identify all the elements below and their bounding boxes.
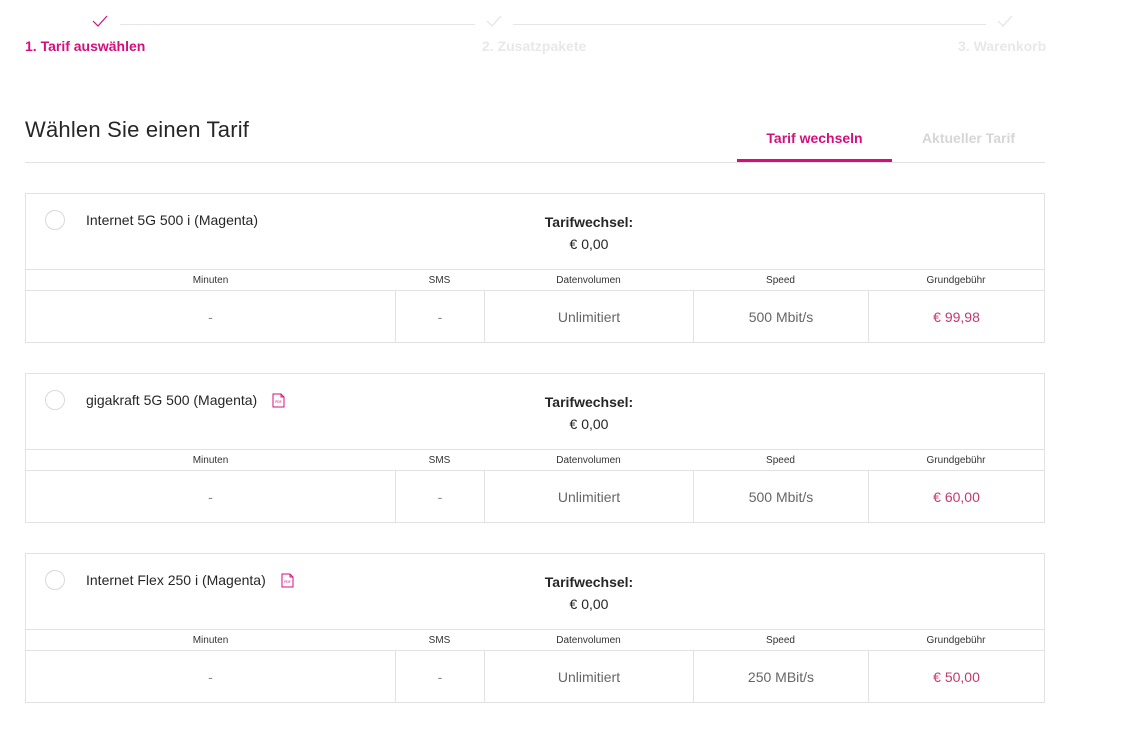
tariff-name: Internet 5G 500 i (Magenta) [86, 212, 258, 228]
tariff-card: gigakraft 5G 500 (Magenta) PDF Tarifwech… [25, 373, 1045, 523]
tariff-change-label: Tarifwechsel: [544, 574, 634, 590]
tariff-name-wrap: Internet Flex 250 i (Magenta) PDF [86, 572, 294, 588]
column-header-datenvolumen: Datenvolumen [556, 274, 621, 286]
column-header-sms: SMS [428, 274, 451, 286]
tariff-change-block: Tarifwechsel: € 0,00 [489, 391, 689, 435]
column-header-grundgebuehr: Grundgebühr [926, 274, 986, 286]
spec-header-row: Minuten SMS Datenvolumen Speed Grundgebü… [26, 270, 1044, 291]
data-volume-value: Unlimitiert [484, 651, 693, 703]
column-header-speed: Speed [766, 454, 795, 466]
column-header-datenvolumen: Datenvolumen [556, 634, 621, 646]
step-2-check-icon [485, 12, 503, 30]
page-title: Wählen Sie einen Tarif [25, 117, 250, 142]
tariff-card: Internet Flex 250 i (Magenta) PDF Tarifw… [25, 553, 1045, 703]
column-header-speed: Speed [766, 634, 795, 646]
tariff-change-block: Tarifwechsel: € 0,00 [489, 211, 689, 255]
column-header-minuten: Minuten [192, 274, 229, 286]
tariff-card-header: Internet Flex 250 i (Magenta) PDF Tarifw… [26, 554, 1044, 630]
svg-text:PDF: PDF [275, 400, 282, 404]
spec-values-row: - - Unlimitiert 250 MBit/s € 50,00 [26, 651, 1044, 703]
tariff-name-wrap: Internet 5G 500 i (Magenta) [86, 212, 258, 228]
tariff-card-header: gigakraft 5G 500 (Magenta) PDF Tarifwech… [26, 374, 1044, 450]
column-header-speed: Speed [766, 274, 795, 286]
tariff-radio[interactable] [45, 570, 65, 590]
column-header-minuten: Minuten [192, 634, 229, 646]
pdf-document-icon[interactable]: PDF [272, 393, 285, 408]
tabs-divider [25, 162, 1045, 163]
column-header-grundgebuehr: Grundgebühr [926, 454, 986, 466]
minutes-value: - [208, 489, 213, 505]
tariff-change-label: Tarifwechsel: [544, 394, 634, 410]
step-2-label: 2. Zusatzpakete [482, 38, 587, 54]
step-connector-2 [513, 24, 986, 25]
step-1-check-icon [91, 12, 109, 30]
step-3-label: 3. Warenkorb [958, 38, 1047, 54]
step-connector-1 [120, 24, 475, 25]
column-header-minuten: Minuten [192, 454, 229, 466]
spec-values-row: - - Unlimitiert 500 Mbit/s € 99,98 [26, 291, 1044, 343]
column-header-sms: SMS [428, 454, 451, 466]
tariff-name: gigakraft 5G 500 (Magenta) [86, 392, 258, 408]
tab-aktueller-tarif[interactable]: Aktueller Tarif [892, 122, 1045, 162]
tariff-change-value: € 0,00 [569, 416, 609, 432]
sms-value: - [395, 651, 484, 703]
sms-value: - [395, 471, 484, 523]
data-volume-value: Unlimitiert [484, 471, 693, 523]
column-header-grundgebuehr: Grundgebühr [926, 634, 986, 646]
spec-values-row: - - Unlimitiert 500 Mbit/s € 60,00 [26, 471, 1044, 523]
spec-header-row: Minuten SMS Datenvolumen Speed Grundgebü… [26, 450, 1044, 471]
tariff-card: Internet 5G 500 i (Magenta) Tarifwechsel… [25, 193, 1045, 343]
pdf-document-icon[interactable]: PDF [281, 573, 294, 588]
tariff-radio[interactable] [45, 210, 65, 230]
spec-header-row: Minuten SMS Datenvolumen Speed Grundgebü… [26, 630, 1044, 651]
column-header-sms: SMS [428, 634, 451, 646]
minutes-value: - [208, 309, 213, 325]
tariff-change-block: Tarifwechsel: € 0,00 [489, 571, 689, 615]
svg-text:PDF: PDF [284, 580, 291, 584]
tariff-name: Internet Flex 250 i (Magenta) [86, 572, 266, 588]
step-1-label[interactable]: 1. Tarif auswählen [25, 38, 145, 54]
tariff-change-value: € 0,00 [569, 236, 609, 252]
base-fee-value: € 50,00 [868, 651, 1044, 703]
minutes-value: - [208, 669, 213, 685]
tariff-radio[interactable] [45, 390, 65, 410]
checkout-stepper: 1. Tarif auswählen 2. Zusatzpakete 3. Wa… [25, 0, 1047, 70]
tariff-change-value: € 0,00 [569, 596, 609, 612]
base-fee-value: € 99,98 [868, 291, 1044, 343]
tariff-name-wrap: gigakraft 5G 500 (Magenta) PDF [86, 392, 285, 408]
speed-value: 250 MBit/s [693, 651, 868, 703]
tariff-card-header: Internet 5G 500 i (Magenta) Tarifwechsel… [26, 194, 1044, 270]
tab-tarif-wechseln[interactable]: Tarif wechseln [737, 122, 892, 162]
base-fee-value: € 60,00 [868, 471, 1044, 523]
data-volume-value: Unlimitiert [484, 291, 693, 343]
step-3-check-icon [996, 12, 1014, 30]
speed-value: 500 Mbit/s [693, 291, 868, 343]
tariff-change-label: Tarifwechsel: [544, 214, 634, 230]
speed-value: 500 Mbit/s [693, 471, 868, 523]
column-header-datenvolumen: Datenvolumen [556, 454, 621, 466]
sms-value: - [395, 291, 484, 343]
